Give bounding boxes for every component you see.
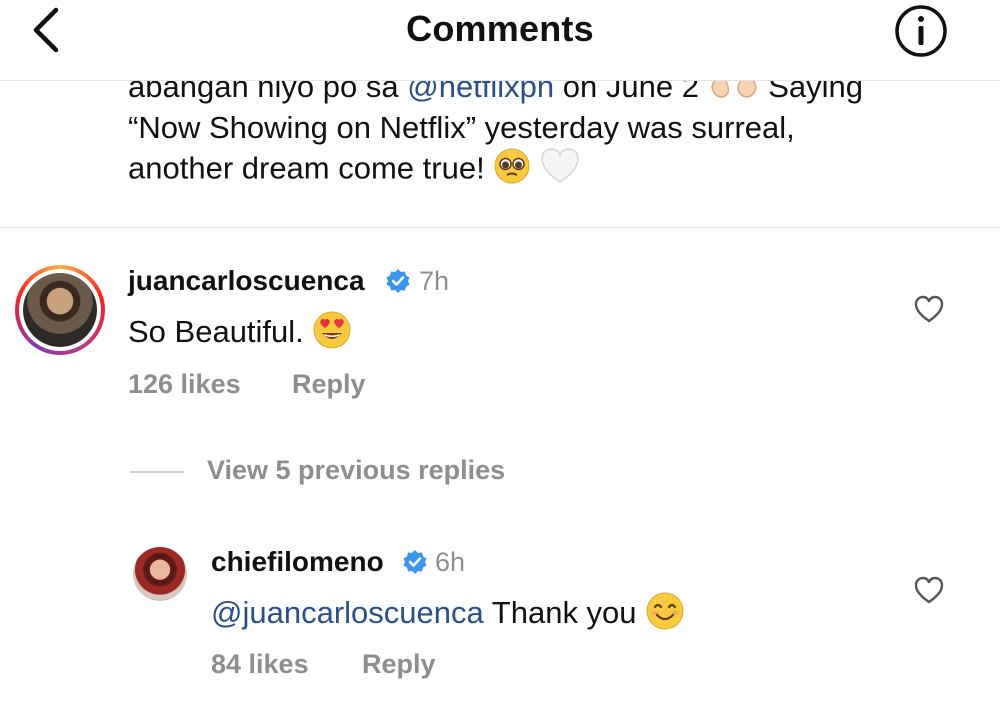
- avatar-border: [19, 269, 101, 351]
- verified-badge-icon: [386, 269, 410, 293]
- pleading-face-emoji-icon: [493, 147, 531, 194]
- reply-avatar[interactable]: [133, 547, 187, 601]
- white-heart-emoji-icon: [540, 147, 580, 194]
- reply-timestamp: 6h: [435, 547, 466, 577]
- caption-text: another dream come true!: [128, 151, 494, 186]
- heart-outline-icon[interactable]: [914, 295, 944, 323]
- verified-badge-icon: [403, 550, 427, 574]
- heart-eyes-emoji-icon: [312, 310, 352, 358]
- avatar-image: [23, 273, 97, 347]
- comment-text: So Beautiful.: [128, 310, 352, 358]
- reply-text: @juancarloscuenca Thank you: [211, 591, 685, 639]
- comment-likes-count[interactable]: 126 likes: [128, 369, 241, 400]
- reply-body: Thank you: [483, 595, 646, 631]
- info-button[interactable]: [894, 4, 948, 58]
- view-previous-replies-button[interactable]: View 5 previous replies: [207, 455, 505, 486]
- comment-reply-button[interactable]: Reply: [292, 369, 366, 400]
- reply-username[interactable]: chiefilomeno: [211, 546, 384, 578]
- comment-timestamp: 7h: [419, 266, 450, 296]
- replies-divider-line: [130, 471, 184, 473]
- post-caption: abangan niyo po sa @netflixph on June 2 …: [128, 67, 968, 194]
- reply-reply-button[interactable]: Reply: [362, 649, 436, 680]
- top-navigation-bar: Comments: [0, 0, 1000, 81]
- reply-likes-count[interactable]: 84 likes: [211, 649, 309, 680]
- reply-mention-link[interactable]: @juancarloscuenca: [211, 595, 484, 630]
- caption-divider: [0, 227, 1000, 228]
- smiling-face-emoji-icon: [645, 591, 685, 639]
- caption-line-2: “Now Showing on Netflix” yesterday was s…: [128, 110, 795, 146]
- heart-outline-icon[interactable]: [914, 576, 944, 604]
- info-circle-icon: [895, 5, 947, 57]
- caption-line-3: another dream come true!: [128, 147, 968, 194]
- comment-username[interactable]: juancarloscuenca: [128, 265, 365, 297]
- comment-body: So Beautiful.: [128, 314, 313, 350]
- avatar[interactable]: [15, 265, 105, 355]
- page-title: Comments: [406, 8, 594, 49]
